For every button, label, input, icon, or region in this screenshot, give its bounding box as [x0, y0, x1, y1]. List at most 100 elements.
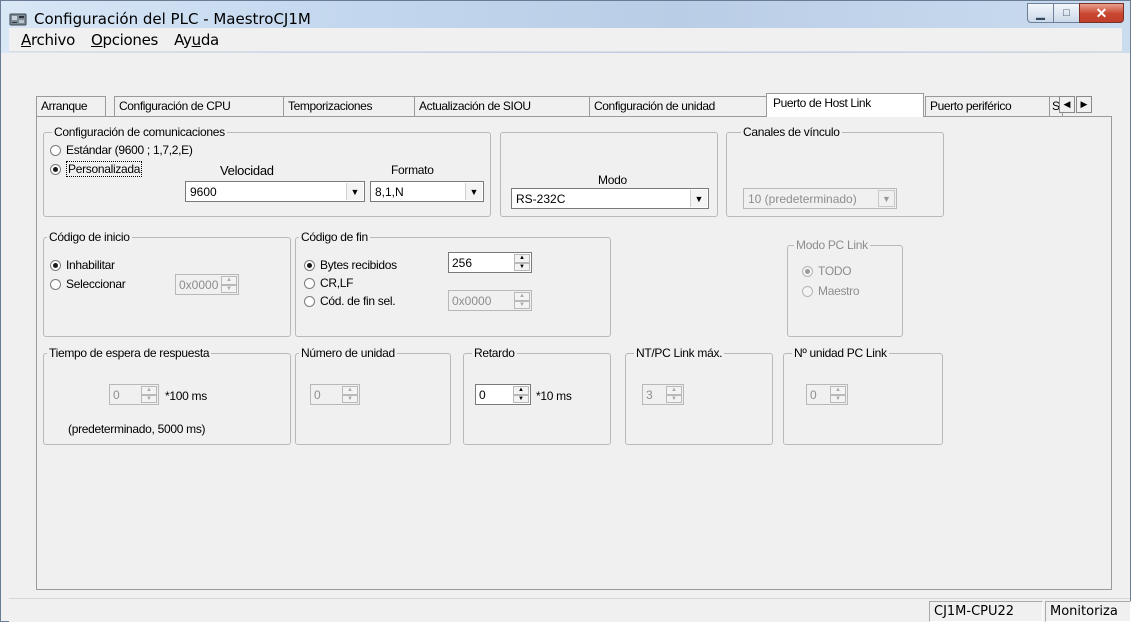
radio-end-selected-indicator	[304, 295, 315, 307]
chevron-down-icon: ▼	[690, 190, 707, 207]
bytes-received-spinner[interactable]: 256 ▲ ▼	[448, 252, 532, 273]
tab-configuracion-unidad[interactable]: Configuración de unidad	[589, 96, 773, 116]
spinner-arrows: ▲ ▼	[666, 386, 682, 403]
response-timeout-value: 0	[113, 388, 120, 402]
menu-archivo-hotkey: A	[21, 30, 31, 49]
spin-down-icon: ▼	[141, 394, 157, 403]
response-timeout-legend: Tiempo de espera de respuesta	[47, 346, 212, 360]
spinner-arrows: ▲ ▼	[830, 386, 846, 403]
start-code-group: Código de inicio Inhabilitar Seleccionar…	[43, 230, 291, 337]
mode-label: Modo	[598, 173, 627, 187]
spin-up-icon: ▲	[221, 276, 237, 285]
status-cpu-model: CJ1M-CPU22	[929, 601, 1043, 622]
radio-end-selected-label: Cód. de fin sel.	[320, 294, 396, 308]
start-code-value: 0x0000	[179, 278, 219, 292]
tab-puerto-periferico[interactable]: Puerto periférico	[925, 96, 1050, 116]
end-code-value: 0x0000	[452, 294, 492, 308]
close-button[interactable]: ✕	[1079, 3, 1124, 23]
menu-archivo-label: rchivo	[30, 30, 75, 49]
minimize-button[interactable]: ▁	[1027, 3, 1054, 23]
chevron-down-icon: ▼	[346, 183, 363, 200]
maximize-icon: □	[1063, 7, 1070, 19]
end-code-group: Código de fin Bytes recibidos 256 ▲ ▼ CR,…	[295, 230, 611, 337]
nt-pc-link-max-legend: NT/PC Link máx.	[634, 346, 725, 360]
spin-up-icon: ▲	[666, 386, 682, 395]
radio-end-crlf[interactable]: CR,LF	[304, 276, 353, 290]
response-timeout-unit: *100 ms	[165, 389, 207, 403]
tab-scroll-right-button[interactable]: ▶	[1076, 96, 1092, 113]
spin-down-icon: ▼	[342, 394, 358, 403]
response-timeout-spinner[interactable]: 0 ▲ ▼	[109, 384, 159, 405]
radio-standard[interactable]: Estándar (9600 ; 1,7,2,E)	[50, 143, 193, 157]
spinner-arrows: ▲ ▼	[141, 386, 157, 403]
pc-link-unit-spinner[interactable]: 0 ▲ ▼	[806, 384, 848, 405]
menu-opciones[interactable]: Opciones	[83, 31, 166, 49]
delay-legend: Retardo	[472, 346, 517, 360]
unit-number-legend: Número de unidad	[299, 346, 397, 360]
arrow-left-icon: ◀	[1063, 99, 1071, 109]
spin-up-icon: ▲	[513, 386, 529, 395]
spin-down-icon: ▼	[513, 394, 529, 403]
radio-start-select[interactable]: Seleccionar	[50, 277, 126, 291]
format-select[interactable]: 8,1,N ▼	[370, 181, 484, 202]
tab-strip: Arranque Configuración de CPU Temporizac…	[36, 93, 1106, 117]
spin-up-icon: ▲	[141, 386, 157, 395]
caption-buttons: ▁ □ ✕	[1027, 3, 1124, 23]
radio-end-selected[interactable]: Cód. de fin sel.	[304, 294, 396, 308]
radio-pc-link-all[interactable]: TODO	[802, 264, 852, 278]
tab-scroll-left-button[interactable]: ◀	[1059, 96, 1075, 113]
radio-start-disable-label: Inhabilitar	[66, 258, 115, 272]
radio-end-bytes-label: Bytes recibidos	[320, 258, 397, 272]
radio-standard-indicator	[50, 144, 61, 156]
mode-select[interactable]: RS-232C ▼	[511, 188, 709, 209]
spinner-arrows: ▲ ▼	[342, 386, 358, 403]
pc-link-unit-legend: Nº unidad PC Link	[792, 346, 889, 360]
delay-unit: *10 ms	[536, 389, 572, 403]
radio-end-bytes[interactable]: Bytes recibidos	[304, 258, 397, 272]
minimize-icon: ▁	[1036, 7, 1045, 20]
plc-app-icon	[9, 13, 27, 26]
response-timeout-group: Tiempo de espera de respuesta 0 ▲ ▼ *100 …	[43, 346, 291, 445]
menu-opciones-hotkey: O	[90, 30, 103, 49]
spinner-arrows: ▲ ▼	[514, 254, 530, 271]
menu-ayuda[interactable]: Ayuda	[166, 31, 227, 49]
host-link-panel: Configuración de comunicaciones Estándar…	[36, 116, 1112, 590]
start-code-spinner[interactable]: 0x0000 ▲ ▼	[175, 274, 239, 295]
mode-value: RS-232C	[516, 192, 566, 206]
tab-puerto-host-link[interactable]: Puerto de Host Link	[766, 93, 924, 117]
radio-custom[interactable]: Personalizada	[50, 161, 143, 177]
chevron-down-icon: ▼	[878, 190, 895, 207]
tab-temporizaciones[interactable]: Temporizaciones	[283, 96, 415, 116]
tab-arranque[interactable]: Arranque	[36, 96, 106, 116]
mode-group: Modo RS-232C ▼	[500, 132, 718, 217]
pc-link-unit-group: Nº unidad PC Link 0 ▲ ▼	[783, 346, 943, 445]
tab-configuracion-cpu[interactable]: Configuración de CPU	[114, 96, 284, 116]
radio-pc-link-master-label: Maestro	[818, 284, 860, 298]
end-code-spinner[interactable]: 0x0000 ▲ ▼	[448, 290, 532, 311]
radio-custom-label: Personalizada	[66, 161, 143, 177]
link-channels-select[interactable]: 10 (predeterminado) ▼	[743, 188, 897, 209]
communications-settings-legend: Configuración de comunicaciones	[52, 125, 227, 139]
plc-settings-window: Configuración del PLC - MaestroCJ1M ▁ □ …	[0, 0, 1131, 622]
format-value: 8,1,N	[375, 185, 404, 199]
unit-number-spinner[interactable]: 0 ▲ ▼	[310, 384, 360, 405]
radio-start-disable[interactable]: Inhabilitar	[50, 258, 115, 272]
menu-archivo[interactable]: Archivo	[13, 31, 83, 49]
delay-spinner[interactable]: 0 ▲ ▼	[475, 384, 531, 405]
radio-pc-link-master[interactable]: Maestro	[802, 284, 860, 298]
speed-select[interactable]: 9600 ▼	[185, 181, 365, 202]
link-channels-value: 10 (predeterminado)	[748, 192, 857, 206]
spin-up-icon: ▲	[514, 292, 530, 301]
maximize-button[interactable]: □	[1053, 3, 1080, 23]
nt-pc-link-max-spinner[interactable]: 3 ▲ ▼	[642, 384, 684, 405]
unit-number-value: 0	[314, 388, 321, 402]
radio-standard-label: Estándar (9600 ; 1,7,2,E)	[66, 143, 193, 157]
spin-up-icon: ▲	[342, 386, 358, 395]
arrow-right-icon: ▶	[1080, 99, 1088, 109]
tab-actualizacion-siou[interactable]: Actualización de SIOU	[414, 96, 590, 116]
delay-group: Retardo 0 ▲ ▼ *10 ms	[463, 346, 611, 445]
pc-link-unit-value: 0	[810, 388, 817, 402]
spinner-arrows: ▲ ▼	[514, 292, 530, 309]
radio-pc-link-master-indicator	[802, 285, 813, 297]
radio-end-bytes-indicator	[304, 259, 315, 271]
